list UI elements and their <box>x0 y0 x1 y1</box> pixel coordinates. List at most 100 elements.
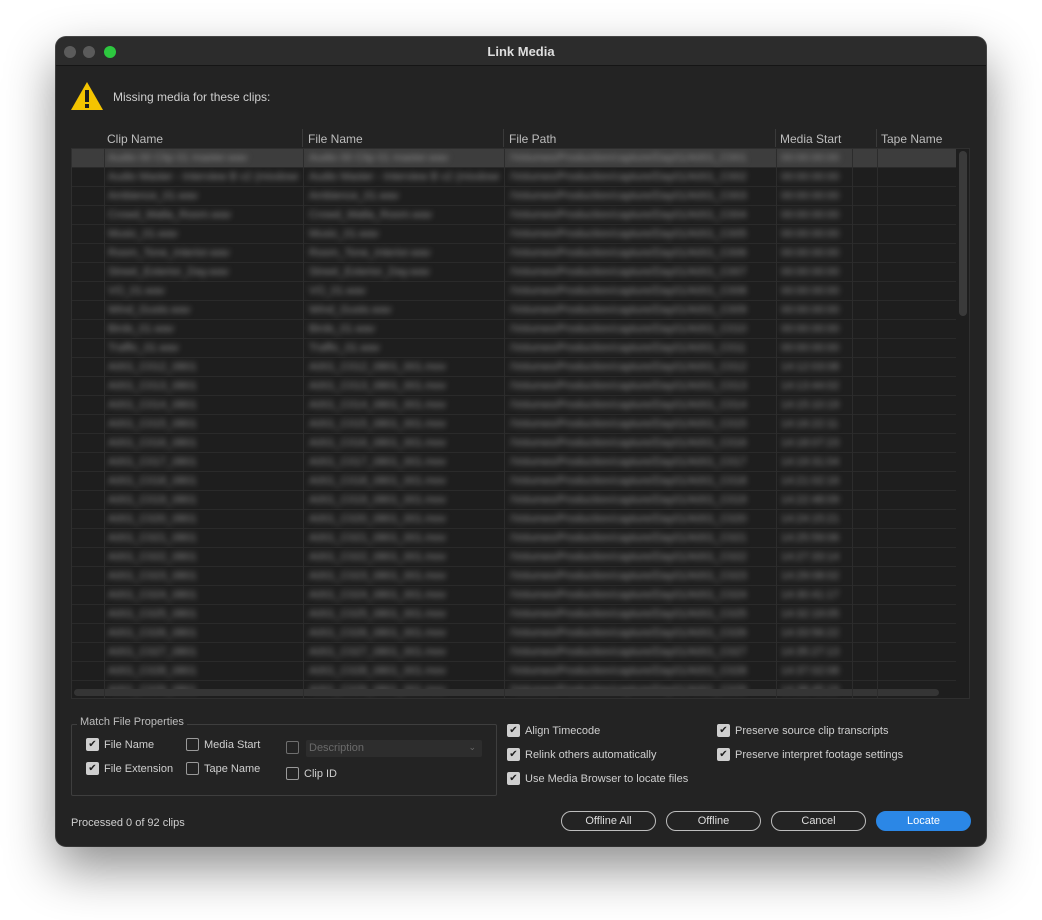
tape-name-checkbox[interactable]: Tape Name <box>186 762 260 775</box>
table-row[interactable]: Crowd_Walla_Room.wav Crowd_Walla_Room.wav… <box>72 206 956 225</box>
checkbox-box: ✔ <box>507 772 520 785</box>
column-divider <box>104 149 105 698</box>
checkbox-label: Tape Name <box>204 762 261 775</box>
table-row[interactable]: A001_C013_0801 A001_C013_0801_001.mov/Vol… <box>72 377 956 396</box>
table-cell: /Volumes/Production/capture/Day01/A001_C… <box>510 494 747 506</box>
table-cell: Birds_01.wav <box>309 323 376 335</box>
checkbox-label: Align Timecode <box>525 724 601 737</box>
match-file-properties-legend: Match File Properties <box>77 716 187 728</box>
table-row[interactable]: A001_C020_0801 A001_C020_0801_001.mov/Vol… <box>72 510 956 529</box>
table-cell: /Volumes/Production/capture/Day01/A001_C… <box>510 152 747 164</box>
table-cell: A001_C022_0801_001.mov <box>309 551 447 563</box>
table-cell: A001_C021_0801_001.mov <box>309 532 447 544</box>
table-row[interactable]: A001_C016_0801 A001_C016_0801_001.mov/Vol… <box>72 434 956 453</box>
table-row[interactable]: Wind_Gusts.wav Wind_Gusts.wav/Volumes/Pro… <box>72 301 956 320</box>
table-cell: /Volumes/Production/capture/Day01/A001_C… <box>510 285 747 297</box>
table-cell: 00:00:00:00 <box>781 228 840 240</box>
table-row[interactable]: A001_C026_0801 A001_C026_0801_001.mov/Vol… <box>72 624 956 643</box>
locate-button[interactable]: Locate <box>876 811 971 831</box>
table-cell: A001_C015_0801_001.mov <box>309 418 447 430</box>
table-row[interactable]: A001_C019_0801 A001_C019_0801_001.mov/Vol… <box>72 491 956 510</box>
table-cell: /Volumes/Production/capture/Day01/A001_C… <box>510 627 747 639</box>
table-cell: A001_C018_0801 <box>108 475 197 487</box>
table-row[interactable]: VO_01.wav VO_01.wav/Volumes/Production/ca… <box>72 282 956 301</box>
table-cell: /Volumes/Production/capture/Day01/A001_C… <box>510 551 747 563</box>
table-cell: A001_C020_0801_001.mov <box>309 513 447 525</box>
table-row[interactable]: Audio 00 Clip 01 master.wav Audio 00 Clip… <box>72 149 956 168</box>
checkbox-box <box>286 767 299 780</box>
preserve-interpret-footage-checkbox[interactable]: ✔ Preserve interpret footage settings <box>717 748 903 761</box>
align-timecode-checkbox[interactable]: ✔ Align Timecode <box>507 724 600 737</box>
checkbox-label: Media Start <box>204 738 261 751</box>
table-row[interactable]: Street_Exterior_Day.wav Street_Exterior_D… <box>72 263 956 282</box>
table-cell: A001_C022_0801 <box>108 551 197 563</box>
table-cell: 00:00:00:00 <box>781 152 840 164</box>
table-cell: Room_Tone_Interior.wav <box>309 247 431 259</box>
column-header-file-path[interactable]: File Path <box>509 132 556 146</box>
column-header-tape-name[interactable]: Tape Name <box>881 132 942 146</box>
table-cell: Wind_Gusts.wav <box>309 304 392 316</box>
table-cell: /Volumes/Production/capture/Day01/A001_C… <box>510 437 747 449</box>
table-row[interactable]: A001_C022_0801 A001_C022_0801_001.mov/Vol… <box>72 548 956 567</box>
table-row[interactable]: A001_C021_0801 A001_C021_0801_001.mov/Vol… <box>72 529 956 548</box>
table-cell: A001_C021_0801 <box>108 532 197 544</box>
table-row[interactable]: A001_C025_0801 A001_C025_0801_001.mov/Vol… <box>72 605 956 624</box>
table-cell: A001_C013_0801 <box>108 380 197 392</box>
media-start-checkbox[interactable]: Media Start <box>186 738 260 751</box>
checkbox-label: Use Media Browser to locate files <box>525 772 689 785</box>
description-dropdown[interactable]: Description ⌄ <box>306 740 482 757</box>
file-name-checkbox[interactable]: ✔ File Name <box>86 738 154 751</box>
column-header-clip-name[interactable]: Clip Name <box>107 132 163 146</box>
use-media-browser-checkbox[interactable]: ✔ Use Media Browser to locate files <box>507 772 688 785</box>
vertical-scrollbar[interactable] <box>959 151 967 316</box>
table-row[interactable]: Ambience_01.wav Ambience_01.wav/Volumes/P… <box>72 187 956 206</box>
relink-automatically-checkbox[interactable]: ✔ Relink others automatically <box>507 748 656 761</box>
chevron-down-icon: ⌄ <box>468 742 476 752</box>
offline-all-button[interactable]: Offline All <box>561 811 656 831</box>
table-row[interactable]: Audio Master - Interview B v2 (mixdown) A… <box>72 168 956 187</box>
offline-button[interactable]: Offline <box>666 811 761 831</box>
table-row[interactable]: A001_C012_0801 A001_C012_0801_001.mov/Vol… <box>72 358 956 377</box>
table-row[interactable]: Traffic_01.wav Traffic_01.wav/Volumes/Pro… <box>72 339 956 358</box>
table-row[interactable]: A001_C028_0801 A001_C028_0801_001.mov/Vol… <box>72 662 956 681</box>
table-row[interactable]: A001_C014_0801 A001_C014_0801_001.mov/Vol… <box>72 396 956 415</box>
preserve-transcripts-checkbox[interactable]: ✔ Preserve source clip transcripts <box>717 724 888 737</box>
table-cell: Audio 00 Clip 01 master.wav <box>309 152 449 164</box>
checkbox-box: ✔ <box>507 724 520 737</box>
warning-icon <box>71 82 103 110</box>
table-cell: /Volumes/Production/capture/Day01/A001_C… <box>510 228 747 240</box>
horizontal-scrollbar[interactable] <box>74 689 939 696</box>
table-row[interactable]: A001_C015_0801 A001_C015_0801_001.mov/Vol… <box>72 415 956 434</box>
column-header-media-start[interactable]: Media Start <box>780 132 841 146</box>
checkbox-box <box>286 741 299 754</box>
file-extension-checkbox[interactable]: ✔ File Extension <box>86 762 173 775</box>
table-cell: 14:12:03:08 <box>781 361 840 373</box>
table-cell: /Volumes/Production/capture/Day01/A001_C… <box>510 323 747 335</box>
table-row[interactable]: Room_Tone_Interior.wav Room_Tone_Interior… <box>72 244 956 263</box>
description-checkbox[interactable] <box>286 741 304 754</box>
table-row[interactable]: A001_C027_0801 A001_C027_0801_001.mov/Vol… <box>72 643 956 662</box>
table-cell: Ambience_01.wav <box>108 190 198 202</box>
cancel-button[interactable]: Cancel <box>771 811 866 831</box>
table-cell: VO_01.wav <box>108 285 165 297</box>
checkbox-box <box>186 762 199 775</box>
table-cell: Street_Exterior_Day.wav <box>108 266 229 278</box>
clip-id-checkbox[interactable]: Clip ID <box>286 767 337 780</box>
table-cell: Crowd_Walla_Room.wav <box>309 209 433 221</box>
table-row[interactable]: A001_C018_0801 A001_C018_0801_001.mov/Vol… <box>72 472 956 491</box>
table-row[interactable]: A001_C017_0801 A001_C017_0801_001.mov/Vol… <box>72 453 956 472</box>
table-row[interactable]: Music_01.wav Music_01.wav/Volumes/Product… <box>72 225 956 244</box>
table-cell: A001_C017_0801_001.mov <box>309 456 447 468</box>
column-header-file-name[interactable]: File Name <box>308 132 363 146</box>
table-cell: /Volumes/Production/capture/Day01/A001_C… <box>510 589 747 601</box>
column-divider <box>504 149 505 698</box>
table-cell: /Volumes/Production/capture/Day01/A001_C… <box>510 399 747 411</box>
table-row[interactable]: Birds_01.wav Birds_01.wav/Volumes/Product… <box>72 320 956 339</box>
table-cell: 14:29:08:02 <box>781 570 840 582</box>
table-row[interactable]: A001_C024_0801 A001_C024_0801_001.mov/Vol… <box>72 586 956 605</box>
table-cell: Street_Exterior_Day.wav <box>309 266 430 278</box>
table-row[interactable]: A001_C023_0801 A001_C023_0801_001.mov/Vol… <box>72 567 956 586</box>
table-cell: /Volumes/Production/capture/Day01/A001_C… <box>510 646 747 658</box>
table-cell: Audio Master - Interview B v2 (mixdown) <box>108 171 298 183</box>
table-cell: 14:24:15:21 <box>781 513 840 525</box>
